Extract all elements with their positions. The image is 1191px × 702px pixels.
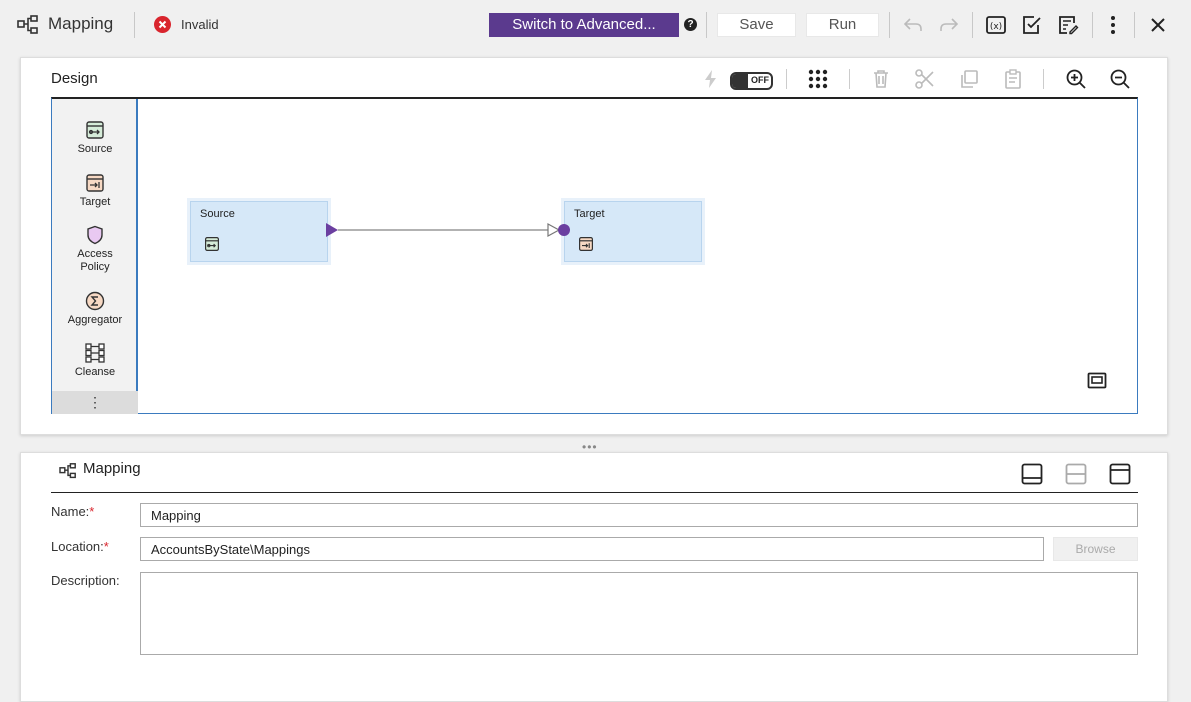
target-icon <box>578 236 594 252</box>
source-to-target-link[interactable] <box>322 217 572 245</box>
palette-more-button[interactable]: ⋮ <box>52 391 138 414</box>
name-label: Name:* <box>51 504 94 519</box>
layout-top-icon[interactable] <box>1109 463 1131 485</box>
properties-header: Mapping <box>51 453 1138 493</box>
palette-label: Cleanse <box>74 366 116 378</box>
lightning-icon[interactable] <box>699 67 723 91</box>
redo-icon[interactable] <box>937 13 961 37</box>
description-label: Description: <box>51 573 120 588</box>
source-icon <box>52 120 138 140</box>
name-label-text: Name: <box>51 504 90 519</box>
zoom-in-icon[interactable] <box>1064 67 1088 91</box>
divider <box>889 12 890 38</box>
target-icon <box>52 173 138 193</box>
invalid-icon <box>154 16 171 33</box>
more-vertical-icon[interactable] <box>1101 13 1125 37</box>
divider <box>134 12 135 38</box>
node-title: Target <box>574 208 605 220</box>
switch-to-advanced-button[interactable]: Switch to Advanced... <box>489 13 679 37</box>
mapping-icon <box>59 463 77 479</box>
palette-item-aggregator[interactable]: Aggregator <box>52 291 138 326</box>
location-label: Location:* <box>51 539 109 554</box>
palette-item-target[interactable]: Target <box>52 173 138 208</box>
input-port-icon <box>558 224 570 236</box>
target-node[interactable]: Target <box>564 201 702 262</box>
close-icon[interactable] <box>1146 13 1170 37</box>
node-title: Source <box>200 208 235 220</box>
auto-toggle[interactable]: OFF <box>730 72 773 90</box>
arrange-grid-icon[interactable] <box>806 67 830 91</box>
mapping-icon <box>17 15 39 35</box>
delete-icon[interactable] <box>869 67 893 91</box>
access-policy-icon <box>52 225 138 245</box>
design-canvas[interactable]: Source Target Access Policy Aggregator C… <box>51 97 1138 414</box>
top-bar: Mapping Invalid Switch to Advanced... ? … <box>0 0 1191 50</box>
location-label-text: Location: <box>51 539 104 554</box>
run-button[interactable]: Run <box>806 13 879 37</box>
cleanse-icon <box>52 343 138 363</box>
app-title: Mapping <box>48 14 114 33</box>
layout-bottom-icon[interactable] <box>1021 463 1043 485</box>
divider <box>1092 12 1093 38</box>
cut-icon[interactable] <box>913 67 937 91</box>
layout-split-icon[interactable] <box>1065 463 1087 485</box>
divider <box>1043 69 1044 89</box>
palette-item-access-policy[interactable]: Access Policy <box>52 225 138 274</box>
required-mark: * <box>89 504 95 519</box>
svg-text:(x): (x) <box>990 22 1002 32</box>
status-text[interactable]: Invalid <box>181 17 219 32</box>
divider <box>786 69 787 89</box>
properties-title: Mapping <box>83 460 141 477</box>
help-icon[interactable]: ? <box>684 18 697 31</box>
palette-item-source[interactable]: Source <box>52 120 138 155</box>
validate-icon[interactable] <box>1020 13 1044 37</box>
description-field[interactable] <box>140 572 1138 655</box>
design-title: Design <box>51 70 98 87</box>
palette-label: Aggregator <box>67 314 123 326</box>
properties-icon[interactable] <box>1056 13 1080 37</box>
palette-label: Target <box>79 196 111 208</box>
divider <box>972 12 973 38</box>
minimap-icon[interactable] <box>1087 372 1107 390</box>
aggregator-icon <box>52 291 138 311</box>
toggle-knob <box>732 74 748 88</box>
browse-button[interactable]: Browse <box>1053 537 1138 561</box>
undo-icon[interactable] <box>901 13 925 37</box>
properties-panel: Mapping Name:* Location:* Browse Descrip… <box>20 452 1168 702</box>
transformation-palette: Source Target Access Policy Aggregator C… <box>52 99 138 414</box>
zoom-out-icon[interactable] <box>1108 67 1132 91</box>
source-icon <box>204 236 220 252</box>
output-port-icon <box>326 223 338 237</box>
save-button[interactable]: Save <box>717 13 796 37</box>
copy-icon[interactable] <box>957 67 981 91</box>
design-panel: Design OFF Source Target Access Policy A… <box>20 57 1168 435</box>
parameters-icon[interactable]: (x) <box>984 13 1008 37</box>
palette-label: Access Policy <box>77 248 113 273</box>
toggle-state: OFF <box>751 75 769 85</box>
divider <box>849 69 850 89</box>
name-field[interactable] <box>140 503 1138 527</box>
paste-icon[interactable] <box>1001 67 1025 91</box>
arrowhead-icon <box>547 222 561 238</box>
palette-label: Source <box>77 143 113 155</box>
source-node[interactable]: Source <box>190 201 328 262</box>
divider <box>1134 12 1135 38</box>
divider <box>706 12 707 38</box>
required-mark: * <box>103 539 109 554</box>
palette-item-cleanse[interactable]: Cleanse <box>52 343 138 378</box>
location-field[interactable] <box>140 537 1044 561</box>
